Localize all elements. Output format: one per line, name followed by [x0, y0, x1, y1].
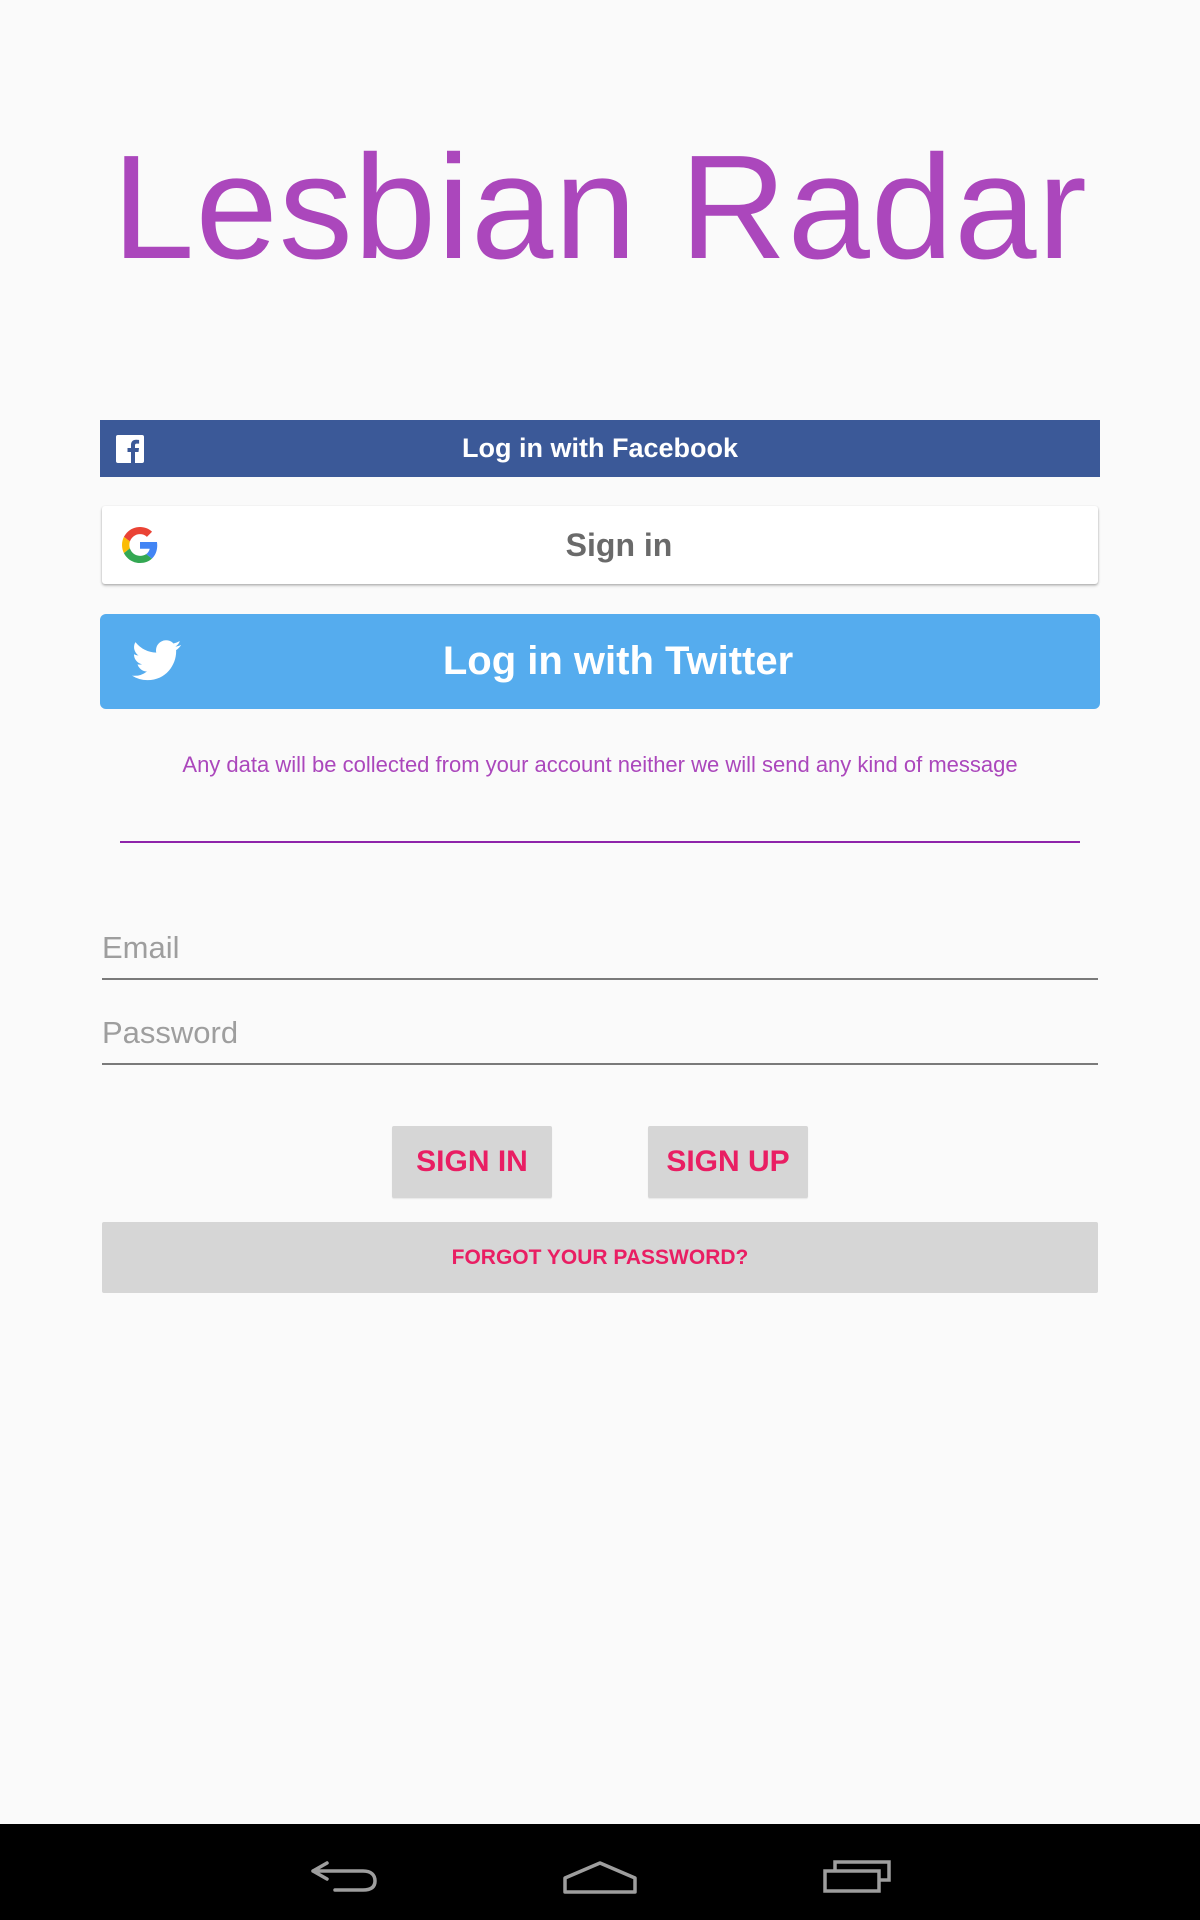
- back-icon[interactable]: [303, 1842, 383, 1902]
- facebook-login-label: Log in with Facebook: [462, 433, 738, 463]
- sign-in-button[interactable]: SIGN IN: [392, 1126, 552, 1198]
- twitter-login-label: Log in with Twitter: [442, 639, 794, 683]
- forgot-password-button[interactable]: FORGOT YOUR PASSWORD?: [102, 1222, 1098, 1293]
- google-signin-label: Sign in: [565, 526, 673, 563]
- facebook-icon: [116, 435, 144, 463]
- email-field[interactable]: [102, 926, 1098, 980]
- recents-icon[interactable]: [817, 1842, 897, 1902]
- google-icon: [122, 527, 158, 563]
- sign-up-button[interactable]: SIGN UP: [648, 1126, 808, 1198]
- facebook-login-button[interactable]: Log in with Facebook: [100, 420, 1100, 477]
- home-icon[interactable]: [560, 1842, 640, 1902]
- privacy-disclaimer: Any data will be collected from your acc…: [182, 752, 1018, 777]
- section-divider: [120, 841, 1080, 843]
- twitter-login-button[interactable]: Log in with Twitter: [100, 614, 1100, 709]
- password-field[interactable]: [102, 1011, 1098, 1065]
- app-title: Lesbian Radar: [112, 125, 1088, 290]
- twitter-icon: [132, 640, 182, 681]
- google-signin-button[interactable]: Sign in: [102, 506, 1098, 584]
- system-navigation-bar: [0, 1824, 1200, 1920]
